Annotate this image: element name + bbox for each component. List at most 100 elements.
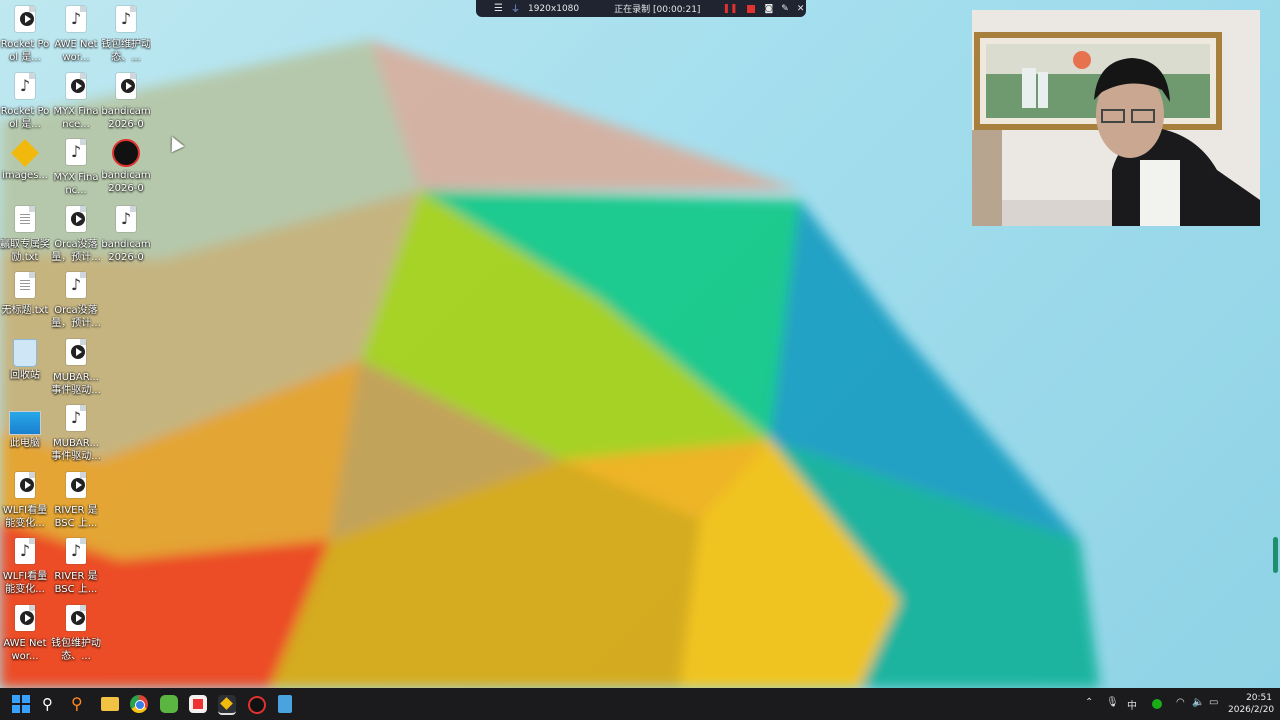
video-file-icon [63,72,89,103]
search-app-icon[interactable]: ⚲ [71,695,89,713]
desktop-icon[interactable]: WLFI看量能变化... [0,471,50,530]
desktop-icon-label: bandicam 2026-02... [101,170,151,194]
camera-icon[interactable]: ◙ [765,4,774,14]
desktop-icon[interactable]: bandicam 2026-02... [101,139,151,195]
mic-icon[interactable]: ⏚ [511,2,520,15]
volume-muted-icon[interactable]: 🔈 [1192,697,1204,708]
text-file-icon [12,272,38,302]
microphone-icon[interactable]: 🎙 [1106,697,1119,708]
bandicam-recording-bar[interactable]: ☰ ⏚ 1920x1080 正在录制 [00:00:21] ❚❚ ◙ ✎ ✕ [476,0,806,17]
video-file-icon [63,471,89,502]
video-file-icon [63,205,89,236]
desktop-icon[interactable]: AWE Networ... [0,604,50,663]
search-icon[interactable]: ⚲ [42,695,60,713]
notepad-icon[interactable] [278,695,292,713]
desktop-icon-label: AWE Networ... [54,39,98,63]
wechat-icon[interactable] [160,695,178,713]
edge-scroll-indicator[interactable] [1273,537,1278,573]
start-icon[interactable] [12,695,30,713]
webcam-overlay [972,10,1260,226]
desktop-icon-label: 钱包维护动态、... [101,39,151,63]
desktop-icon[interactable]: bandicam 2026-02... [101,72,151,131]
desktop-icon-label: MUBAR... 事件驱动... [51,438,101,462]
desktop-icon-label: bandicam 2026-02... [101,238,151,263]
video-file-icon [63,338,89,369]
desktop-icon-label: Orca没落量，预计... [51,305,101,329]
clock-time: 20:51 [1246,693,1272,703]
battery-icon[interactable]: ▭ [1209,697,1218,708]
desktop-icon[interactable]: ♪ AWE Networ... [51,6,101,64]
audio-file-icon: ♪ [63,538,89,568]
bandicam-icon[interactable] [248,696,266,714]
bandicam-icon [112,139,140,167]
audio-file-icon: ♪ [113,205,139,236]
desktop-icon-label: 回收站 [10,369,40,381]
video-file-icon [12,471,38,502]
desktop-icon[interactable]: ♪ Rocket Pool 是... [0,72,50,131]
desktop-icon[interactable]: MYX Finance... [51,72,101,131]
clock-date: 2026/2/20 [1228,705,1275,715]
desktop-icon[interactable]: ♪ RIVER 是 BSC 上... [51,538,101,596]
wifi-icon[interactable]: ◠ [1176,697,1185,708]
desktop-icon-label: MYX Financ... [53,172,99,196]
audio-file-icon: ♪ [63,6,89,36]
stop-icon[interactable] [746,4,755,13]
video-file-icon [63,604,89,635]
binance-icon[interactable] [218,695,236,715]
recycle-bin-icon [13,338,37,367]
binance-icon [11,139,39,167]
audio-file-icon: ♪ [63,405,89,435]
desktop-icon-label: Orca没落量，预计... [51,238,101,263]
desktop-icon[interactable]: ♪ Orca没落量，预计... [51,272,101,330]
desktop-icon-label: RIVER 是 BSC 上... [54,504,98,529]
menu-icon[interactable]: ☰ [494,3,503,14]
desktop-icon-label: MYX Finance... [53,105,99,130]
desktop-icon[interactable]: RIVER 是 BSC 上... [51,471,101,530]
tray-expand-icon[interactable]: ⌃ [1085,697,1093,708]
pen-icon[interactable]: ✎ [781,4,789,14]
ime-indicator[interactable]: 中 [1127,697,1137,712]
desktop-icon[interactable]: Rocket Pool 是... [0,6,50,64]
audio-file-icon: ♪ [12,538,38,568]
desktop-icon[interactable]: MUBAR... 事件驱动... [51,338,101,397]
audio-file-icon: ♪ [63,139,89,169]
video-file-icon [12,604,38,635]
desktop-icon[interactable]: ♪bandicam 2026-02... [101,205,151,264]
desktop-icon[interactable]: 赢取专属奖励.txt [0,205,50,264]
desktop-icon[interactable]: ♪ MYX Financ... [51,139,101,197]
desktop-icon[interactable]: images... [0,139,50,195]
desktop-icon-label: WLFI看量能变化... [2,571,48,595]
desktop-icon[interactable]: 此电脑 [0,405,50,463]
chrome-icon[interactable] [130,695,148,713]
video-file-icon [113,72,139,103]
desktop-icon-label: Rocket Pool 是... [0,105,50,130]
pause-icon[interactable]: ❚❚ [722,4,737,14]
desktop-icon-label: Rocket Pool 是... [0,39,50,63]
recording-status: 正在录制 [00:00:21] [614,5,701,15]
resolution-label: 1920x1080 [527,3,580,14]
desktop-icon-label: AWE Networ... [3,637,47,662]
wechat-tray-icon[interactable] [1152,699,1162,709]
video-file-icon [12,6,38,36]
desktop-icon[interactable]: 无标题.txt [0,272,50,330]
webcam-video-image [972,10,1260,226]
desktop-icon-label: MUBAR... 事件驱动... [51,371,101,396]
desktop-icon[interactable]: ♪ WLFI看量能变化... [0,538,50,596]
text-file-icon [12,205,38,236]
desktop-icon[interactable]: Orca没落量，预计... [51,205,101,264]
taskbar: ⚲ ⚲ ⌃ 🎙 中 ◠ 🔈 ▭ 20:51 2026/2/20 [0,688,1280,720]
audio-file-icon: ♪ [12,72,38,103]
desktop-icon-label: 赢取专属奖励.txt [0,238,50,263]
file-explorer-icon[interactable] [101,697,119,711]
desktop-icon[interactable]: ♪ MUBAR... 事件驱动... [51,405,101,463]
close-icon[interactable]: ✕ [797,4,805,14]
desktop-icon[interactable]: ♪ 钱包维护动态、... [101,6,151,64]
app-icon[interactable] [189,695,207,713]
desktop-icon-label: images... [2,170,48,181]
audio-file-icon: ♪ [63,272,89,302]
desktop-icon[interactable]: 回收站 [0,338,50,395]
desktop-icon-label: WLFI看量能变化... [2,504,48,529]
desktop-icon-label: 无标题.txt [1,305,49,316]
desktop-icon[interactable]: 钱包维护动态、... [51,604,101,663]
clock[interactable]: 20:51 2026/2/20 [1228,692,1275,716]
